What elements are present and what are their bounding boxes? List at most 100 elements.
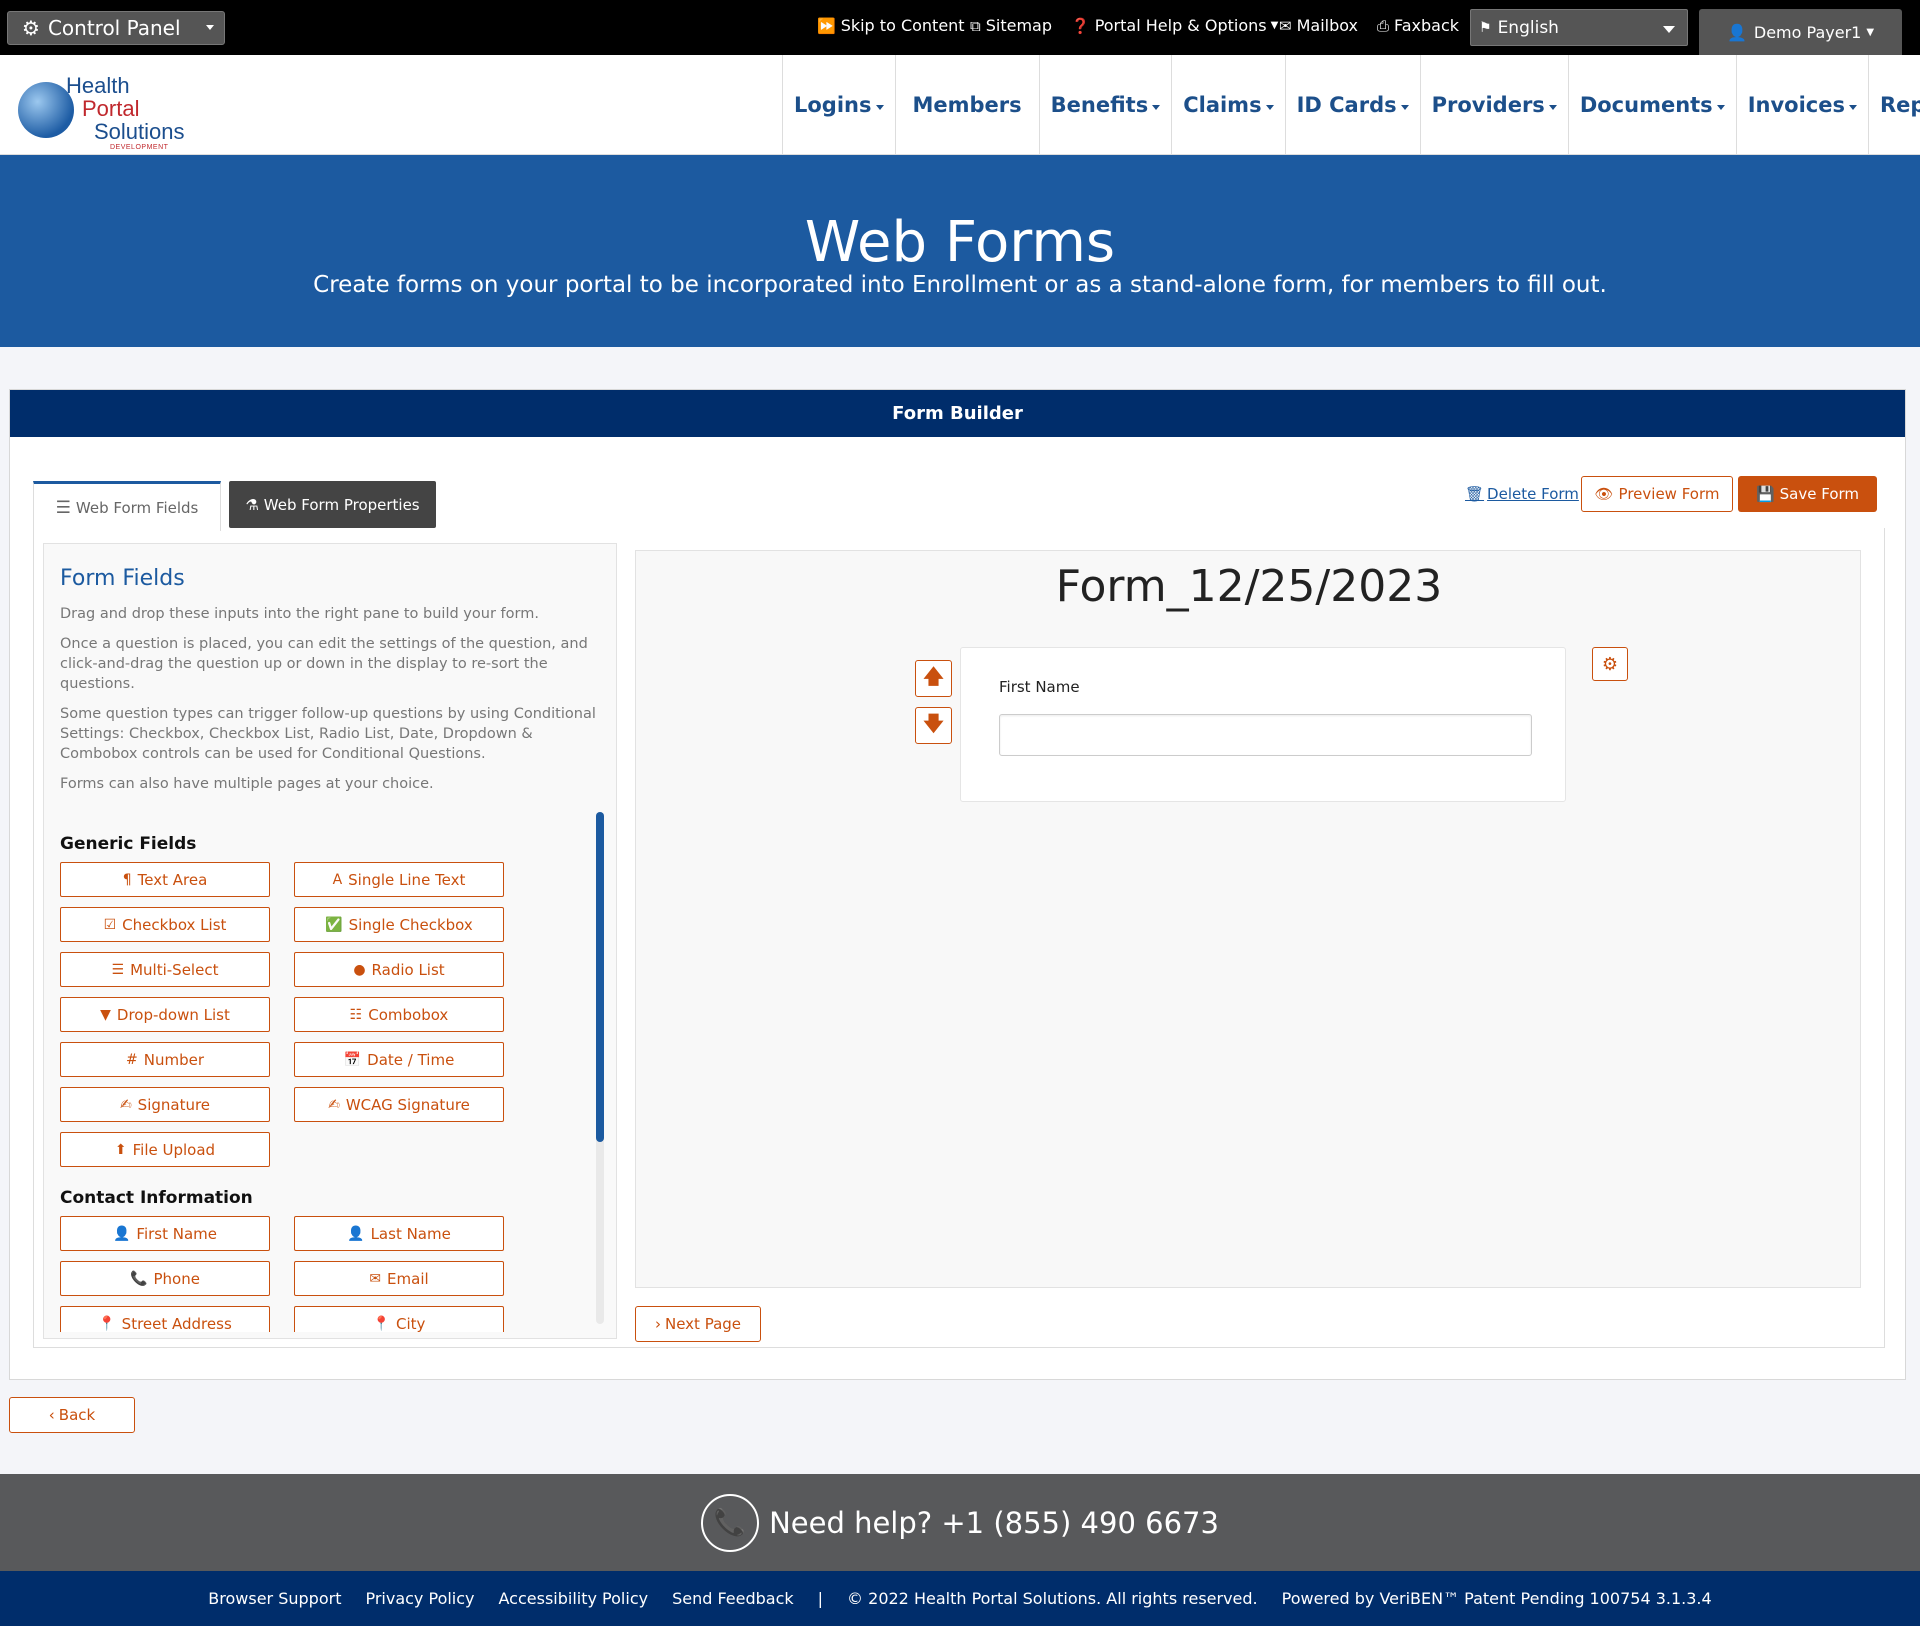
field-radio-list-button[interactable]: ● Radio List — [294, 952, 504, 987]
field-label: File Upload — [132, 1140, 216, 1159]
footer-link-browser-support[interactable]: Browser Support — [208, 1589, 341, 1608]
next-page-button[interactable]: › Next Page — [635, 1306, 761, 1342]
faxback-link[interactable]: ⎙ Faxback — [1377, 16, 1459, 35]
footer-separator: | — [817, 1589, 824, 1608]
logo-line: DEVELOPMENT — [110, 144, 169, 151]
field-city-button[interactable]: 📍 City — [294, 1306, 504, 1332]
field-last-name-button[interactable]: 👤 Last Name — [294, 1216, 504, 1251]
fax-icon: ⎙ — [1377, 16, 1390, 35]
caret-down-icon — [1848, 104, 1857, 110]
field-email-button[interactable]: ✉ Email — [294, 1261, 504, 1296]
field-label: Number — [143, 1050, 204, 1069]
nav-item-claims[interactable]: Claims — [1171, 55, 1284, 155]
nav-item-id-cards[interactable]: ID Cards — [1284, 55, 1420, 155]
field-checkbox-list-button[interactable]: ☑ Checkbox List — [60, 907, 270, 942]
caret-down-icon — [1265, 104, 1274, 110]
square-check-icon: ✅ — [325, 916, 343, 933]
tab-label: Web Form Properties — [263, 495, 420, 514]
caret-icon — [206, 25, 214, 30]
field-date-time-button[interactable]: 📅 Date / Time — [294, 1042, 504, 1077]
caret-down-icon — [1400, 104, 1409, 110]
fields-scroll-area[interactable]: Generic Fields ¶ Text Area A Single Line T… — [44, 812, 618, 1332]
footer: Browser Support Privacy Policy Accessibi… — [0, 1571, 1920, 1626]
field-dropdown-list-button[interactable]: ▼ Drop-down List — [60, 997, 270, 1032]
field-label: Signature — [137, 1095, 211, 1114]
field-text-area-button[interactable]: ¶ Text Area — [60, 862, 270, 897]
control-panel-label: Control Panel — [47, 16, 181, 40]
form-builder-card: Form Builder ☰ Web Form Fields ⚗ Web For… — [9, 389, 1906, 1380]
fields-scrollbar[interactable] — [596, 812, 604, 1324]
question-card[interactable]: First Name — [960, 647, 1566, 802]
field-label: Date / Time — [367, 1050, 455, 1069]
nav-item-providers[interactable]: Providers — [1419, 55, 1568, 155]
field-file-upload-button[interactable]: ⬆ File Upload — [60, 1132, 270, 1167]
nav-label: Members — [912, 93, 1022, 117]
flask-icon: ⚗ — [245, 495, 259, 514]
field-combobox-button[interactable]: ☷ Combobox — [294, 997, 504, 1032]
field-single-checkbox-button[interactable]: ✅ Single Checkbox — [294, 907, 504, 942]
save-label: Save Form — [1779, 485, 1860, 503]
field-multi-select-button[interactable]: ☰ Multi-Select — [60, 952, 270, 987]
field-wcag-signature-button[interactable]: ✍ WCAG Signature — [294, 1087, 504, 1122]
logo-line: Health — [66, 73, 130, 98]
circle-icon: ● — [353, 961, 366, 978]
tab-web-form-fields[interactable]: ☰ Web Form Fields — [33, 481, 221, 531]
help-bar: 📞 Need help? +1 (855) 490 6673 — [0, 1474, 1920, 1571]
field-first-name-button[interactable]: 👤 First Name — [60, 1216, 270, 1251]
bars-icon: ☰ — [55, 497, 71, 518]
nav-item-documents[interactable]: Documents — [1567, 55, 1736, 155]
language-value: English — [1497, 17, 1559, 38]
next-page-label: Next Page — [664, 1315, 742, 1333]
user-menu-button[interactable]: 👤 Demo Payer1 ▼ — [1699, 9, 1902, 55]
list-icon: ☰ — [111, 961, 125, 978]
language-select[interactable]: ⚑ English — [1470, 9, 1688, 46]
first-name-input[interactable] — [999, 714, 1532, 756]
footer-link-accessibility-policy[interactable]: Accessibility Policy — [499, 1589, 649, 1608]
move-up-button[interactable]: 🡅 — [915, 660, 952, 697]
scrollbar-thumb[interactable] — [596, 812, 604, 1142]
field-street-address-button[interactable]: 📍 Street Address — [60, 1306, 270, 1332]
preview-form-button[interactable]: 👁 Preview Form — [1581, 476, 1733, 512]
back-label: Back — [58, 1406, 96, 1424]
footer-link-privacy-policy[interactable]: Privacy Policy — [365, 1589, 474, 1608]
logo-line: Portal — [82, 96, 140, 121]
help-phone-text[interactable]: Need help? +1 (855) 490 6673 — [769, 1506, 1219, 1540]
nav-item-members[interactable]: Members — [894, 55, 1039, 155]
field-single-line-text-button[interactable]: A Single Line Text — [294, 862, 504, 897]
user-icon: 👤 — [112, 1225, 131, 1242]
footer-link-send-feedback[interactable]: Send Feedback — [672, 1589, 794, 1608]
field-number-button[interactable]: # Number — [60, 1042, 270, 1077]
field-label: Email — [387, 1269, 429, 1288]
field-signature-button[interactable]: ✍ Signature — [60, 1087, 270, 1122]
save-form-button[interactable]: 💾 Save Form — [1738, 476, 1877, 512]
field-phone-button[interactable]: 📞 Phone — [60, 1261, 270, 1296]
nav-item-logins[interactable]: Logins — [782, 55, 895, 155]
nav-item-benefits[interactable]: Benefits — [1038, 55, 1172, 155]
mailbox-icon: ✉ — [1279, 16, 1292, 35]
control-panel-button[interactable]: ⚙ Control Panel — [7, 11, 225, 45]
nav-label: Reports — [1879, 93, 1920, 117]
move-down-button[interactable]: 🡇 — [915, 707, 952, 744]
sitemap-link[interactable]: ⧉ Sitemap — [970, 16, 1052, 35]
form-canvas[interactable]: Form_12/25/2023 🡅 🡇 First Name ⚙ — [635, 550, 1861, 1288]
question-settings-button[interactable]: ⚙ — [1592, 647, 1628, 681]
caret-icon — [1663, 26, 1675, 33]
instructions-text: Some question types can trigger follow-u… — [60, 706, 596, 762]
form-title[interactable]: Form_12/25/2023 — [636, 561, 1862, 612]
portal-help-dropdown[interactable]: ❓ Portal Help & Options ▼ — [1071, 16, 1278, 35]
delete-form-link[interactable]: 🗑 Delete Form — [1465, 485, 1579, 503]
signature-icon: ✍ — [328, 1096, 340, 1113]
nav-item-invoices[interactable]: Invoices — [1735, 55, 1868, 155]
calendar-icon: 📅 — [343, 1051, 362, 1068]
page-title: Web Forms — [804, 210, 1116, 275]
flag-icon: ⚑ — [1479, 19, 1492, 36]
user-icon: 👤 — [1726, 22, 1747, 42]
back-button[interactable]: ‹ Back — [9, 1397, 135, 1433]
mailbox-link[interactable]: ✉ Mailbox — [1279, 16, 1358, 35]
skip-to-content-link[interactable]: ⏩ Skip to Content — [817, 16, 965, 35]
form-fields-title: Form Fields — [60, 566, 185, 591]
nav-item-reports[interactable]: Reports — [1867, 55, 1920, 155]
tab-web-form-properties[interactable]: ⚗ Web Form Properties — [229, 481, 436, 528]
nav-label: Invoices — [1747, 93, 1845, 117]
logo[interactable]: Health Portal Solutions DEVELOPMENT — [18, 67, 198, 151]
